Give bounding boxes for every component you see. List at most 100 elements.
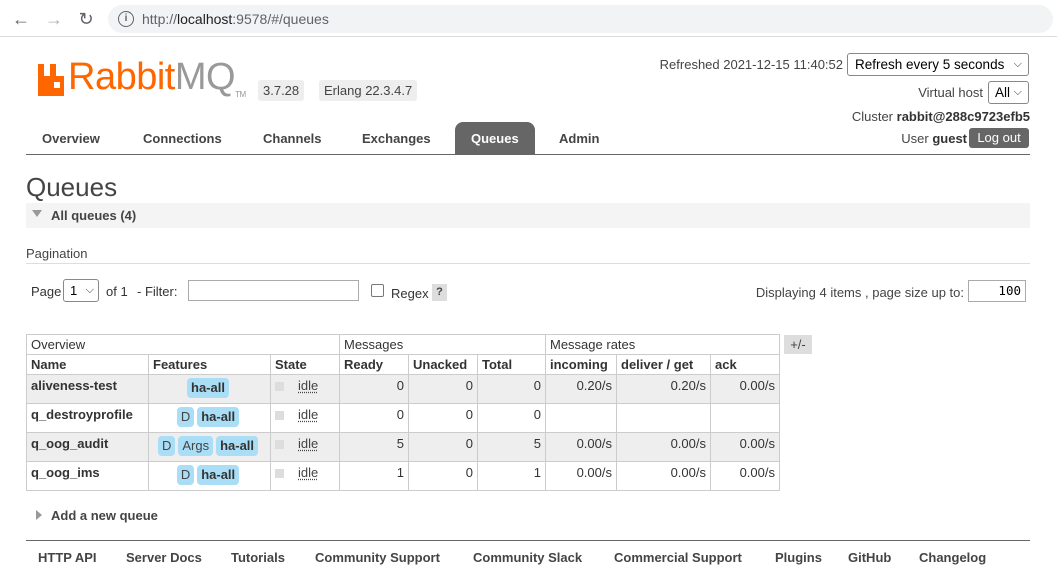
queues-table: Overview Messages Message rates Name Fea… bbox=[26, 334, 780, 491]
table-row: q_oog_audit D Args ha-all idle 5 0 5 0.00/… bbox=[26, 432, 780, 462]
ready-cell: 1 bbox=[339, 461, 409, 491]
ready-cell: 0 bbox=[339, 374, 409, 404]
add-queue-section-toggle[interactable]: Add a new queue bbox=[36, 508, 158, 523]
tab-queues[interactable]: Queues bbox=[455, 122, 535, 155]
ack-rate-cell bbox=[710, 403, 780, 433]
tab-admin[interactable]: Admin bbox=[543, 122, 615, 155]
total-cell: 1 bbox=[477, 461, 546, 491]
features-cell: Dha-all bbox=[148, 461, 271, 491]
incoming-rate-cell: 0.00/s bbox=[545, 432, 617, 462]
column-header-ready[interactable]: Ready bbox=[339, 354, 409, 375]
group-header-messages: Messages bbox=[339, 334, 546, 355]
column-header-incoming[interactable]: incoming bbox=[545, 354, 617, 375]
triangle-down-icon bbox=[32, 210, 42, 217]
tab-exchanges[interactable]: Exchanges bbox=[346, 122, 447, 155]
unacked-cell: 0 bbox=[408, 374, 478, 404]
page-size-input[interactable]: 100 bbox=[968, 280, 1026, 302]
features-cell: D Args ha-all bbox=[148, 432, 271, 462]
column-header-ack[interactable]: ack bbox=[710, 354, 780, 375]
total-cell: 0 bbox=[477, 374, 546, 404]
table-row: aliveness-test ha-all idle 0 0 0 0.20/s … bbox=[26, 374, 780, 404]
state-indicator-icon bbox=[275, 382, 284, 392]
reload-icon[interactable]: ↻ bbox=[75, 8, 97, 30]
queue-name-link[interactable]: q_destroyprofile bbox=[26, 403, 149, 433]
feature-badge-policy[interactable]: ha-all bbox=[187, 378, 229, 398]
column-header-features: Features bbox=[148, 354, 271, 375]
footer-link-community-slack[interactable]: Community Slack bbox=[473, 550, 582, 565]
regex-label: Regex bbox=[391, 286, 429, 301]
footer-link-server-docs[interactable]: Server Docs bbox=[126, 550, 202, 565]
unacked-cell: 0 bbox=[408, 403, 478, 433]
rabbitmq-logo-icon bbox=[38, 64, 64, 96]
footer-link-community-support[interactable]: Community Support bbox=[315, 550, 440, 565]
column-header-deliver-get[interactable]: deliver / get bbox=[616, 354, 711, 375]
browser-toolbar: ← → ↻ i http://localhost:9578/#/queues bbox=[0, 0, 1057, 37]
tab-connections[interactable]: Connections bbox=[127, 122, 238, 155]
feature-badge-args[interactable]: Args bbox=[178, 436, 214, 456]
column-header-total[interactable]: Total bbox=[477, 354, 546, 375]
url-text: http://localhost:9578/#/queues bbox=[142, 11, 329, 27]
ack-rate-cell: 0.00/s bbox=[710, 432, 780, 462]
erlang-version-badge: Erlang 22.3.4.7 bbox=[319, 80, 418, 101]
incoming-rate-cell bbox=[545, 403, 617, 433]
feature-badge-policy[interactable]: ha-all bbox=[216, 436, 259, 456]
column-header-unacked[interactable]: Unacked bbox=[408, 354, 478, 375]
column-header-name[interactable]: Name bbox=[26, 354, 149, 375]
feature-badge-policy[interactable]: ha-all bbox=[197, 407, 240, 427]
table-row: q_oog_ims Dha-all idle 1 0 1 0.00/s 0.00… bbox=[26, 461, 780, 491]
info-icon[interactable]: i bbox=[118, 11, 134, 27]
page-title: Queues bbox=[26, 172, 118, 202]
tab-channels[interactable]: Channels bbox=[247, 122, 338, 155]
column-toggle-button[interactable]: +/- bbox=[784, 335, 812, 354]
feature-badge-durable[interactable]: D bbox=[176, 465, 195, 485]
features-cell: Dha-all bbox=[148, 403, 271, 433]
total-cell: 5 bbox=[477, 432, 546, 462]
page-label: Page bbox=[31, 284, 62, 299]
deliver-rate-cell bbox=[616, 403, 711, 433]
ack-rate-cell: 0.00/s bbox=[710, 374, 780, 404]
tab-overview[interactable]: Overview bbox=[26, 122, 116, 155]
feature-badge-durable[interactable]: D bbox=[157, 436, 176, 456]
chevron-down-icon: ⌵ bbox=[1013, 86, 1022, 98]
virtual-host-select[interactable]: All ⌵ bbox=[988, 81, 1029, 104]
logo-wordmark: RabbitMQTM bbox=[68, 56, 246, 99]
queue-name-link[interactable]: aliveness-test bbox=[26, 374, 149, 404]
divider bbox=[26, 263, 1030, 264]
feature-badge-policy[interactable]: ha-all bbox=[197, 465, 240, 485]
chevron-down-icon: ⌵ bbox=[85, 284, 94, 296]
refresh-interval-select[interactable]: Refresh every 5 seconds ⌵ bbox=[847, 53, 1029, 76]
virtual-host-label: Virtual host bbox=[918, 85, 983, 100]
state-indicator-icon bbox=[275, 469, 284, 479]
ack-rate-cell: 0.00/s bbox=[710, 461, 780, 491]
feature-badge-durable[interactable]: D bbox=[176, 407, 195, 427]
filter-input[interactable] bbox=[188, 280, 359, 301]
group-header-overview: Overview bbox=[26, 334, 340, 355]
state-indicator-icon bbox=[275, 411, 284, 421]
footer-link-commercial-support[interactable]: Commercial Support bbox=[614, 550, 742, 565]
unacked-cell: 0 bbox=[408, 432, 478, 462]
page-select[interactable]: 1 ⌵ bbox=[63, 279, 99, 302]
footer-links: HTTP API Server Docs Tutorials Community… bbox=[26, 540, 1030, 576]
all-queues-section-toggle[interactable]: All queues (4) bbox=[26, 203, 1030, 228]
back-arrow-icon[interactable]: ← bbox=[10, 8, 32, 30]
footer-link-changelog[interactable]: Changelog bbox=[919, 550, 986, 565]
footer-link-plugins[interactable]: Plugins bbox=[775, 550, 822, 565]
footer-link-github[interactable]: GitHub bbox=[848, 550, 891, 565]
column-header-state[interactable]: State bbox=[270, 354, 340, 375]
address-bar[interactable]: i http://localhost:9578/#/queues bbox=[108, 5, 1053, 33]
queue-name-link[interactable]: q_oog_audit bbox=[26, 432, 149, 462]
footer-link-http-api[interactable]: HTTP API bbox=[38, 550, 97, 565]
features-cell: ha-all bbox=[148, 374, 271, 404]
queue-name-link[interactable]: q_oog_ims bbox=[26, 461, 149, 491]
regex-checkbox[interactable] bbox=[371, 284, 384, 297]
footer-link-tutorials[interactable]: Tutorials bbox=[231, 550, 285, 565]
page-count-label: of 1 bbox=[106, 284, 128, 299]
incoming-rate-cell: 0.00/s bbox=[545, 461, 617, 491]
incoming-rate-cell: 0.20/s bbox=[545, 374, 617, 404]
version-badge: 3.7.28 bbox=[258, 80, 305, 101]
state-cell: idle bbox=[270, 461, 340, 491]
state-cell: idle bbox=[270, 432, 340, 462]
section-title: All queues (4) bbox=[51, 208, 137, 223]
forward-arrow-icon[interactable]: → bbox=[43, 8, 65, 30]
regex-help-button[interactable]: ? bbox=[432, 284, 447, 301]
